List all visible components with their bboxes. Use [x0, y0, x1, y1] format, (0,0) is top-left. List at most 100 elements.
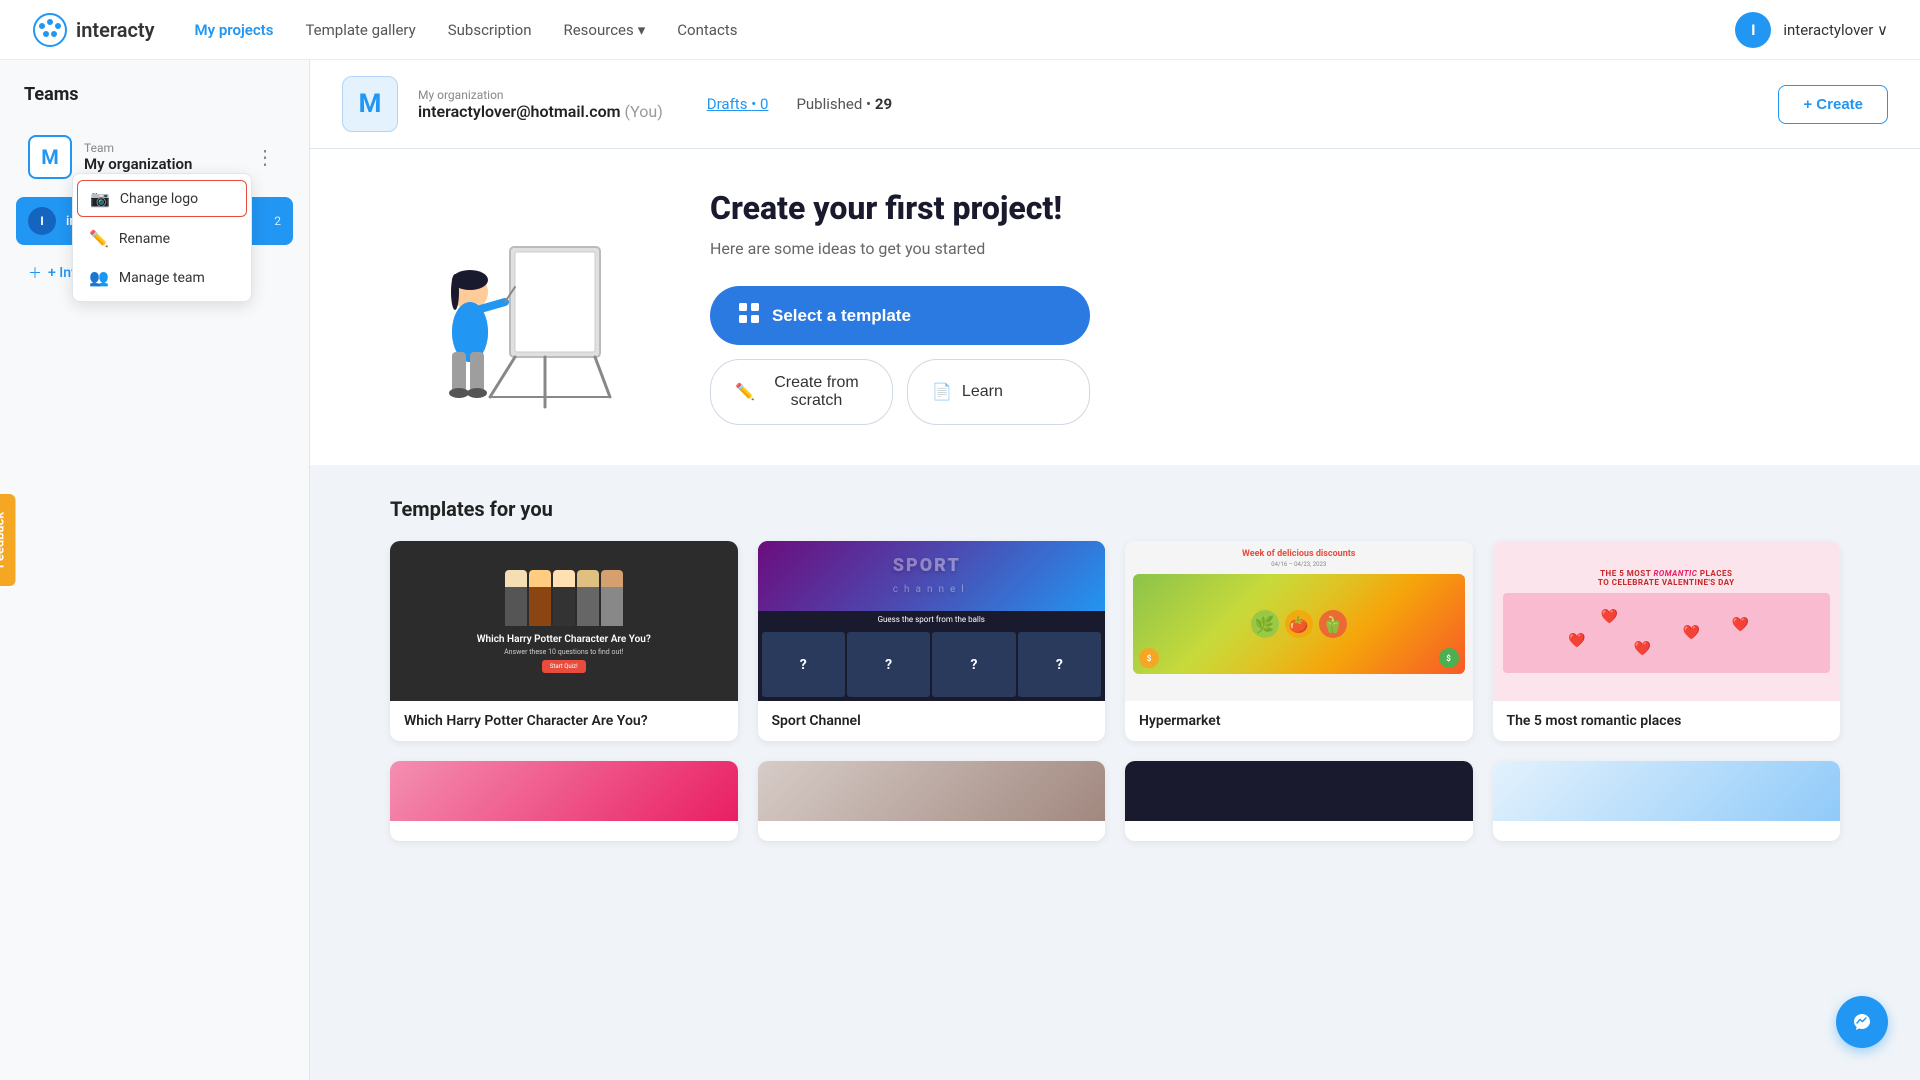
- context-menu-rename[interactable]: ✏️ Rename: [73, 219, 251, 258]
- template-card-row2-3[interactable]: [1125, 761, 1473, 841]
- org-stats: Drafts • 0 Published • 29: [707, 95, 892, 113]
- template-thumbnail-row2-3: [1125, 761, 1473, 821]
- sport-cell: ?: [1018, 632, 1101, 697]
- create-button[interactable]: + Create: [1778, 85, 1888, 124]
- heart-pin-3: ❤️: [1634, 641, 1651, 657]
- nav-my-projects[interactable]: My projects: [195, 21, 274, 39]
- nav-resources[interactable]: Resources ▾: [563, 21, 645, 39]
- templates-grid: Which Harry Potter Character Are You? An…: [390, 541, 1840, 741]
- tmpl-beige: [758, 761, 1106, 821]
- hero-subtitle: Here are some ideas to get you started: [710, 239, 1840, 258]
- pencil-icon: ✏️: [735, 382, 755, 402]
- template-card-sport[interactable]: SPORTchannel Guess the sport from the ba…: [758, 541, 1106, 741]
- avatar[interactable]: I: [1735, 12, 1771, 48]
- plus-icon: ＋: [28, 263, 42, 283]
- template-thumbnail-hyper: Week of delicious discounts 04/16 – 04/2…: [1125, 541, 1473, 701]
- sidebar: Teams M Team My organization ⋮ 📷 Change …: [0, 60, 310, 1080]
- team-item[interactable]: M Team My organization ⋮ 📷 Change logo ✏…: [16, 125, 293, 189]
- hyper-image: 🌿 🍅 🫑 $ $: [1133, 574, 1465, 674]
- hero-actions: Select a template ✏️ Create from scratch…: [710, 286, 1090, 425]
- template-card-row2-2[interactable]: [758, 761, 1106, 841]
- user-name[interactable]: interactylover ∨: [1783, 21, 1888, 39]
- people-icon: 👥: [89, 268, 109, 287]
- context-menu: 📷 Change logo ✏️ Rename 👥 Manage team: [72, 173, 252, 302]
- nav-contacts[interactable]: Contacts: [677, 21, 737, 39]
- hp-start-btn: Start Quiz!: [542, 660, 586, 673]
- team-label: Team: [84, 141, 192, 155]
- template-card-romantic[interactable]: THE 5 MOST ROMANTIC PLACESTO CELEBRATE V…: [1493, 541, 1841, 741]
- sport-cell: ?: [762, 632, 845, 697]
- sport-grid: ? ? ? ?: [758, 628, 1106, 701]
- hp-figures: [505, 570, 623, 626]
- org-avatar: M: [342, 76, 398, 132]
- template-thumbnail-sport: SPORTchannel Guess the sport from the ba…: [758, 541, 1106, 701]
- team-name: My organization: [84, 155, 192, 173]
- navbar-right: I interactylover ∨: [1735, 12, 1888, 48]
- template-card-hyper[interactable]: Week of delicious discounts 04/16 – 04/2…: [1125, 541, 1473, 741]
- template-name-hp: Which Harry Potter Character Are You?: [390, 701, 738, 741]
- main-layout: Teams M Team My organization ⋮ 📷 Change …: [0, 60, 1920, 1080]
- org-email-line: interactylover@hotmail.com (You): [418, 102, 663, 121]
- org-header: M My organization interactylover@hotmail…: [310, 60, 1920, 149]
- sport-sub: Guess the sport from the balls: [758, 611, 1106, 628]
- template-thumbnail-romantic: THE 5 MOST ROMANTIC PLACESTO CELEBRATE V…: [1493, 541, 1841, 701]
- feedback-tab[interactable]: Feedback: [0, 494, 16, 586]
- sport-cell: ?: [932, 632, 1015, 697]
- heart-pin-5: ❤️: [1568, 633, 1585, 649]
- learn-button[interactable]: 📄 Learn: [907, 359, 1090, 425]
- btn-row: ✏️ Create from scratch 📄 Learn: [710, 359, 1090, 425]
- logo-text: interacty: [76, 18, 155, 42]
- template-card-hp[interactable]: Which Harry Potter Character Are You? An…: [390, 541, 738, 741]
- create-from-scratch-button[interactable]: ✏️ Create from scratch: [710, 359, 893, 425]
- templates-section: Templates for you Wh: [310, 465, 1920, 873]
- logo[interactable]: interacty: [32, 12, 155, 48]
- nav-subscription[interactable]: Subscription: [448, 21, 532, 39]
- romantic-map: ❤️ ❤️ ❤️ ❤️ ❤️: [1503, 593, 1831, 673]
- context-menu-manage-team[interactable]: 👥 Manage team: [73, 258, 251, 297]
- navbar: interacty My projects Template gallery S…: [0, 0, 1920, 60]
- template-thumbnail-row2-2: [758, 761, 1106, 821]
- price-tag-1: $: [1139, 648, 1159, 668]
- template-thumbnail-row2-1: [390, 761, 738, 821]
- romantic-title: THE 5 MOST ROMANTIC PLACESTO CELEBRATE V…: [1598, 569, 1735, 587]
- hyper-title: Week of delicious discounts: [1242, 549, 1355, 559]
- hp-quiz-sub: Answer these 10 questions to find out!: [504, 648, 623, 656]
- templates-section-title: Templates for you: [390, 497, 1840, 521]
- hero-title: Create your first project!: [710, 189, 1840, 227]
- pencil-icon: ✏️: [89, 229, 109, 248]
- sidebar-title: Teams: [16, 84, 293, 105]
- dot-separator: •: [866, 95, 871, 113]
- hyper-date: 04/16 – 04/23, 2023: [1271, 561, 1326, 568]
- heart-pin-2: ❤️: [1683, 625, 1700, 641]
- dot-separator: •: [751, 95, 756, 113]
- team-info: Team My organization: [84, 141, 192, 173]
- drafts-link[interactable]: Drafts • 0: [707, 95, 769, 113]
- select-template-button[interactable]: Select a template: [710, 286, 1090, 345]
- heart-pin-4: ❤️: [1732, 617, 1749, 633]
- org-info: My organization interactylover@hotmail.c…: [418, 88, 663, 121]
- messenger-button[interactable]: [1836, 996, 1888, 1048]
- member-count: 2: [274, 214, 281, 228]
- hero-illustration: [390, 197, 650, 417]
- hp-quiz-title: Which Harry Potter Character Are You?: [477, 634, 651, 645]
- hero-content: Create your first project! Here are some…: [710, 189, 1840, 425]
- template-card-row2-1[interactable]: [390, 761, 738, 841]
- org-name: My organization: [418, 88, 663, 102]
- member-avatar: I: [28, 207, 56, 235]
- sport-cell: ?: [847, 632, 930, 697]
- template-grid-icon: [738, 302, 760, 329]
- template-card-row2-4[interactable]: [1493, 761, 1841, 841]
- nav-template-gallery[interactable]: Template gallery: [305, 21, 415, 39]
- sport-header: SPORTchannel: [758, 541, 1106, 611]
- team-menu-button[interactable]: ⋮: [249, 143, 281, 171]
- book-icon: 📄: [932, 382, 952, 402]
- hero-section: Create your first project! Here are some…: [310, 149, 1920, 465]
- published-stat: Published • 29: [796, 95, 892, 113]
- template-name-hyper: Hypermarket: [1125, 701, 1473, 741]
- content-area: M My organization interactylover@hotmail…: [310, 60, 1920, 1080]
- tmpl-pink: [390, 761, 738, 821]
- context-menu-change-logo[interactable]: 📷 Change logo: [77, 180, 247, 217]
- template-name-romantic: The 5 most romantic places: [1493, 701, 1841, 741]
- heart-pin-1: ❤️: [1601, 609, 1618, 625]
- tmpl-blue: [1493, 761, 1841, 821]
